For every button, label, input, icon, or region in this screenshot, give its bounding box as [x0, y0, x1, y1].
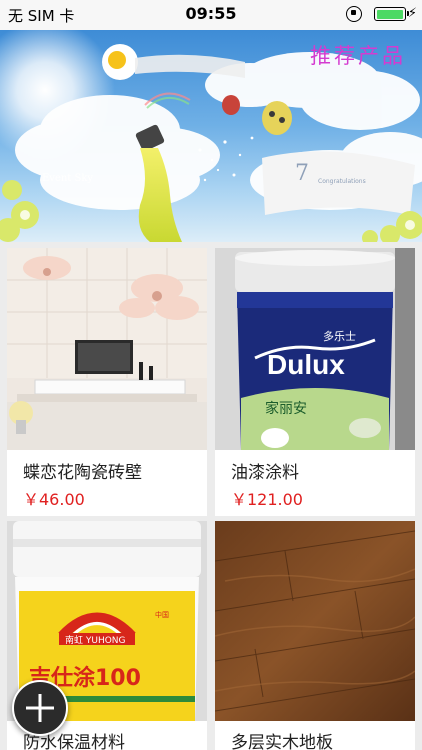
add-button[interactable] — [12, 680, 68, 736]
product-price: ￥46.00 — [23, 490, 85, 509]
app-screen: 无 SIM 卡 09:55 ⚡ 7 Congratulations 推荐产品 E… — [0, 0, 422, 750]
product-card[interactable]: 多层实木地板 — [215, 521, 415, 750]
banner-title: 推荐产品 — [310, 44, 406, 68]
battery-icon — [374, 7, 409, 21]
dulux-logo-text: Dulux — [267, 349, 345, 380]
plus-icon — [26, 694, 54, 722]
product-name: 多层实木地板 — [231, 733, 333, 750]
product-name: 蝶恋花陶瓷砖壁 — [23, 463, 142, 483]
banner-caption: Event Sky — [42, 173, 94, 184]
product-image: Dulux 多乐士 家丽安 — [215, 248, 415, 450]
lock-rotation-icon — [346, 6, 362, 22]
product-price: ￥121.00 — [231, 490, 303, 509]
charging-icon: ⚡ — [407, 6, 417, 21]
product-card[interactable]: Dulux 多乐士 家丽安 油漆涂料 ￥121.00 — [215, 248, 415, 516]
product-card[interactable]: 蝶恋花陶瓷砖壁 ￥46.00 — [7, 248, 207, 516]
product-image — [215, 521, 415, 721]
product-name: 油漆涂料 — [231, 463, 299, 483]
flag-text: Congratulations — [318, 178, 366, 185]
status-bar: 无 SIM 卡 09:55 ⚡ — [0, 0, 422, 30]
product-image — [7, 248, 207, 450]
svg-text:7: 7 — [295, 161, 309, 186]
svg-text:中国: 中国 — [155, 610, 169, 619]
svg-text:家丽安: 家丽安 — [265, 400, 307, 417]
yuhong-brand-text: 南虹 YUHONG — [65, 634, 126, 646]
svg-text:多乐士: 多乐士 — [323, 329, 356, 343]
promo-banner[interactable]: 7 Congratulations 推荐产品 Event Sky — [0, 30, 422, 242]
